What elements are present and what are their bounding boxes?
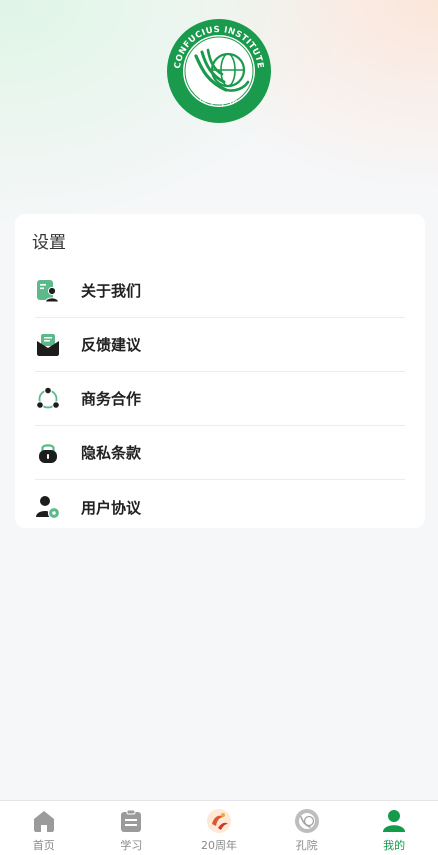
menu-item-user-agreement[interactable]: 用户协议 [35, 480, 405, 534]
tab-label: 我的 [383, 839, 406, 852]
tab-label: 20周年 [200, 839, 237, 852]
home-icon [31, 808, 57, 834]
clipboard-icon [118, 808, 144, 834]
tab-20th-anniversary[interactable]: 20周年 [175, 801, 263, 855]
settings-title: 设置 [32, 233, 66, 253]
menu-item-about-us[interactable]: 关于我们 [35, 264, 405, 318]
mail-icon [35, 332, 61, 358]
tab-mine[interactable]: 我的 [350, 801, 438, 855]
menu-label: 商务合作 [81, 390, 142, 408]
id-card-icon [35, 278, 61, 304]
tab-label: 首页 [32, 839, 55, 852]
menu-label: 隐私条款 [81, 444, 142, 462]
settings-card: 设置 关于我们 反馈建议 商务合作 隐私条款 用户协议 [15, 214, 425, 528]
menu-label: 用户协议 [81, 498, 142, 517]
anniversary-logo-icon [206, 808, 232, 834]
person-icon [381, 808, 407, 834]
share-network-icon [35, 386, 61, 412]
lock-icon [35, 440, 61, 466]
tab-confucius-institute[interactable]: 孔院 [263, 801, 351, 855]
tab-home[interactable]: 首页 [0, 801, 88, 855]
user-gear-icon [35, 494, 61, 520]
tab-label: 孔院 [295, 839, 318, 852]
menu-item-business-cooperation[interactable]: 商务合作 [35, 372, 405, 426]
institute-logo-icon [294, 808, 320, 834]
menu-item-feedback[interactable]: 反馈建议 [35, 318, 405, 372]
menu-item-privacy-policy[interactable]: 隐私条款 [35, 426, 405, 480]
bottom-tab-bar: 首页 学习 20周年 孔院 我的 [0, 800, 438, 855]
tab-study[interactable]: 学习 [88, 801, 176, 855]
tab-label: 学习 [120, 839, 143, 852]
menu-label: 关于我们 [81, 282, 142, 300]
menu-label: 反馈建议 [81, 336, 142, 354]
confucius-institute-logo: CONFUCIUS INSTITUTE 孔子学院 [166, 18, 272, 124]
